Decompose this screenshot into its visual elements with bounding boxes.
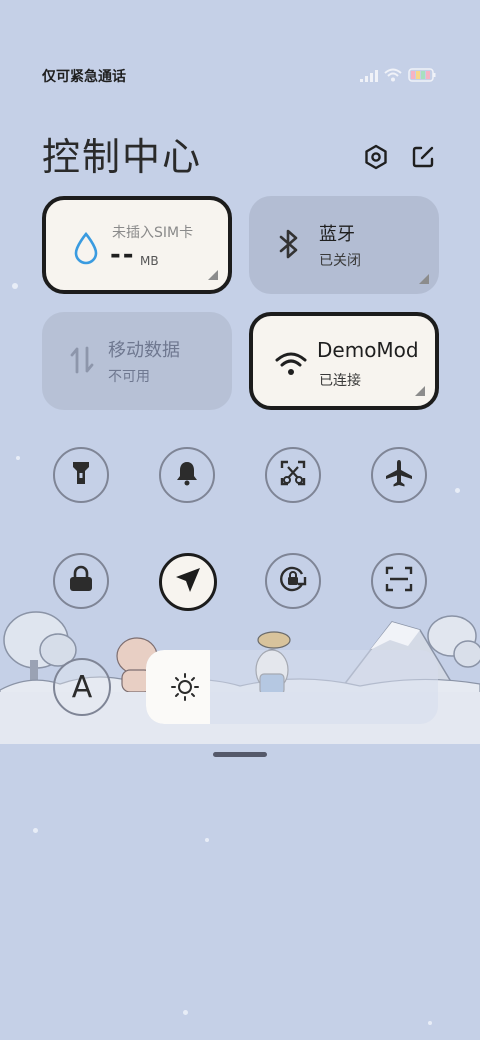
- airplane-icon: [384, 458, 414, 492]
- flashlight-icon: [70, 460, 92, 490]
- wifi-status: 已连接: [319, 373, 361, 389]
- wifi-tile[interactable]: DemoMod 已连接: [249, 312, 439, 410]
- wifi-icon: [384, 67, 402, 86]
- edit-button[interactable]: [408, 144, 438, 174]
- sound-button[interactable]: [159, 447, 215, 503]
- wifi-network-name: DemoMod: [317, 338, 419, 362]
- flashlight-button[interactable]: [53, 447, 109, 503]
- bluetooth-label: 蓝牙: [319, 224, 355, 245]
- signal-icon: [360, 67, 378, 86]
- snowflake: [428, 1021, 432, 1025]
- location-icon: [174, 566, 202, 598]
- battery-icon: [408, 67, 436, 86]
- screenshot-icon: [279, 459, 307, 491]
- brightness-icon: [170, 672, 200, 706]
- rotation-lock-button[interactable]: [265, 553, 321, 609]
- snowflake: [183, 1010, 188, 1015]
- expand-corner: [415, 386, 425, 396]
- page-title: 控制中心: [42, 135, 203, 179]
- expand-corner: [208, 270, 218, 280]
- scan-icon: [385, 565, 413, 597]
- home-indicator[interactable]: [213, 752, 267, 757]
- brightness-slider[interactable]: [146, 650, 438, 724]
- bluetooth-icon: [271, 224, 307, 264]
- snowflake: [16, 456, 20, 460]
- screenshot-button[interactable]: [265, 447, 321, 503]
- snowflake: [33, 828, 38, 833]
- location-button[interactable]: [159, 553, 217, 611]
- status-bar: [0, 0, 480, 40]
- data-usage-tile[interactable]: 未插入SIM卡 -- MB: [42, 196, 232, 294]
- font-size-button[interactable]: A: [53, 658, 111, 716]
- expand-corner: [419, 274, 429, 284]
- wifi-icon: [273, 344, 309, 384]
- lock-screen-button[interactable]: [53, 553, 109, 609]
- carrier-status: 仅可紧急通话: [42, 69, 126, 85]
- lock-icon: [68, 565, 94, 597]
- airplane-mode-button[interactable]: [371, 447, 427, 503]
- mobile-data-icon: [64, 340, 100, 380]
- data-usage-unit: MB: [140, 254, 159, 268]
- gear-icon: [363, 144, 389, 174]
- bell-icon: [175, 460, 199, 490]
- font-size-label: A: [71, 669, 93, 705]
- data-usage-value: --: [110, 240, 136, 270]
- snowflake: [205, 838, 209, 842]
- bluetooth-tile[interactable]: 蓝牙 已关闭: [249, 196, 439, 294]
- water-drop-icon: [68, 228, 104, 268]
- snowflake: [455, 488, 460, 493]
- rotation-lock-icon: [278, 564, 308, 598]
- snowflake: [12, 283, 18, 289]
- mobile-data-label: 移动数据: [108, 340, 180, 361]
- bluetooth-status: 已关闭: [319, 253, 361, 269]
- status-icons: [360, 67, 436, 86]
- mobile-data-status: 不可用: [108, 369, 150, 385]
- edit-icon: [410, 144, 436, 174]
- mobile-data-tile[interactable]: 移动数据 不可用: [42, 312, 232, 410]
- sim-status: 未插入SIM卡: [112, 225, 194, 241]
- settings-button[interactable]: [361, 144, 391, 174]
- scan-button[interactable]: [371, 553, 427, 609]
